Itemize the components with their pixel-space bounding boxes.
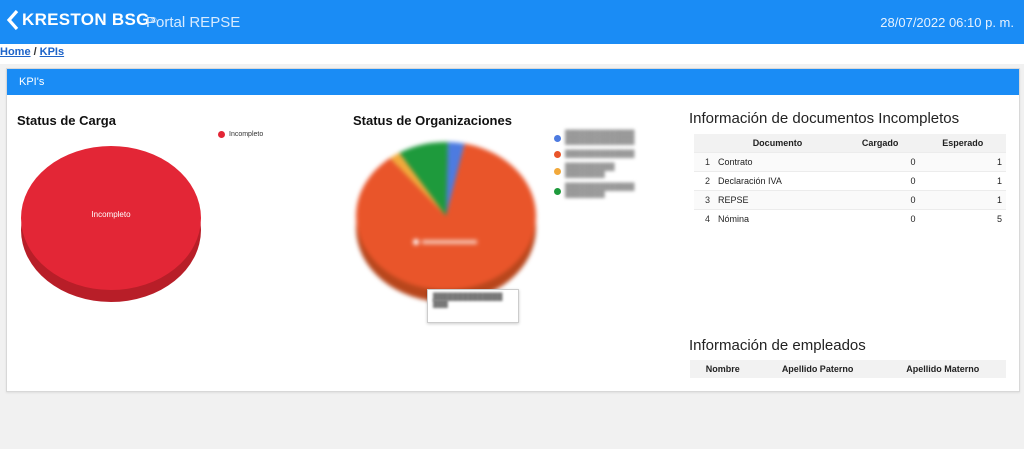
cell-documento: Nómina (714, 209, 841, 228)
column-header-nombre[interactable]: Nombre (690, 360, 756, 378)
brand-name: KRESTON BSG (22, 10, 150, 29)
cell-documento: Declaración IVA (714, 171, 841, 191)
brand-logo[interactable]: KRESTON BSG ® (6, 10, 157, 30)
legend-label: ██████████████ (565, 151, 635, 158)
table-header-row: Nombre Apellido Paterno Apellido Materno (690, 360, 1006, 378)
table-header-row: Documento Cargado Esperado (694, 134, 1006, 153)
legend-item-1[interactable]: ██████████████ ██████████████ (554, 131, 634, 145)
legend-dot (218, 131, 225, 138)
kreston-logo-icon (6, 10, 19, 30)
column-header-cargado[interactable]: Cargado (840, 134, 920, 153)
breadcrumb-home-link[interactable]: Home (0, 46, 31, 58)
column-header-apellido-paterno[interactable]: Apellido Paterno (755, 360, 880, 378)
legend-item-3[interactable]: ██████████ ████████ (554, 164, 634, 178)
breadcrumb-kpis-link[interactable]: KPIs (40, 46, 64, 58)
breadcrumb-bar (0, 44, 1024, 64)
cell-cargado: 0 (840, 171, 920, 191)
legend-label: ██████████████ ██████████████ (565, 131, 635, 145)
legend-item-incompleto[interactable]: Incompleto (218, 131, 263, 138)
column-header-documento[interactable]: Documento (714, 134, 841, 153)
row-index: 3 (694, 190, 714, 210)
documentos-incompletos-title: Información de documentos Incompletos (689, 110, 960, 127)
chart-tooltip: ██████████████ ███ (427, 289, 519, 323)
pie-slice-label (422, 240, 477, 244)
legend-dot (554, 187, 561, 195)
legend-label: ██████████ ████████ (565, 164, 615, 178)
row-index: 2 (694, 171, 714, 191)
column-header-esperado[interactable]: Esperado (919, 134, 1006, 153)
status-carga-pie-chart[interactable]: Incompleto (15, 138, 210, 308)
cell-cargado: 0 (840, 209, 920, 228)
documentos-table: Documento Cargado Esperado 1 Contrato 0 … (694, 134, 1006, 228)
cell-esperado: 1 (919, 152, 1006, 172)
legend-dot (554, 151, 561, 158)
table-row[interactable]: 1 Contrato 0 1 (694, 152, 1006, 172)
row-index: 4 (694, 209, 714, 228)
cell-documento: Contrato (714, 152, 841, 172)
status-carga-title: Status de Carga (17, 113, 116, 128)
current-datetime: 28/07/2022 06:10 p. m. (880, 15, 1014, 30)
portal-title: Portal REPSE (146, 14, 241, 31)
table-row[interactable]: 3 REPSE 0 1 (694, 190, 1006, 210)
legend-label: ██████████████ ████████ (565, 184, 635, 198)
legend-dot (554, 134, 561, 142)
cell-cargado: 0 (840, 152, 920, 172)
legend-label: Incompleto (229, 131, 264, 138)
status-organizaciones-pie-chart[interactable] (350, 136, 545, 311)
cell-esperado: 5 (919, 209, 1006, 228)
legend-item-4[interactable]: ██████████████ ████████ (554, 184, 634, 198)
cell-esperado: 1 (919, 190, 1006, 210)
column-header-apellido-materno[interactable]: Apellido Materno (879, 360, 1006, 378)
table-row[interactable]: 2 Declaración IVA 0 1 (694, 171, 1006, 191)
status-organizaciones-title: Status de Organizaciones (353, 113, 512, 128)
breadcrumb: Home / KPIs (0, 46, 64, 58)
top-navbar: KRESTON BSG ® Portal REPSE 28/07/2022 06… (0, 0, 1024, 44)
empleados-table: Nombre Apellido Paterno Apellido Materno (690, 360, 1006, 378)
kpi-panel-header: KPI's (7, 69, 1019, 95)
legend-item-2[interactable]: ██████████████ (554, 151, 634, 158)
pie-slice-label: Incompleto (91, 210, 131, 219)
cell-documento: REPSE (714, 190, 841, 210)
row-index: 1 (694, 152, 714, 172)
status-organizaciones-legend: ██████████████ ██████████████ ███████████… (554, 131, 634, 204)
column-header-index (694, 134, 714, 153)
cell-cargado: 0 (840, 190, 920, 210)
cell-esperado: 1 (919, 171, 1006, 191)
status-carga-legend: Incompleto (218, 131, 263, 144)
pie-label-dot (413, 239, 419, 245)
empleados-title: Información de empleados (689, 337, 866, 354)
breadcrumb-separator: / (33, 46, 37, 58)
legend-dot (554, 167, 561, 175)
table-row[interactable]: 4 Nómina 0 5 (694, 209, 1006, 228)
